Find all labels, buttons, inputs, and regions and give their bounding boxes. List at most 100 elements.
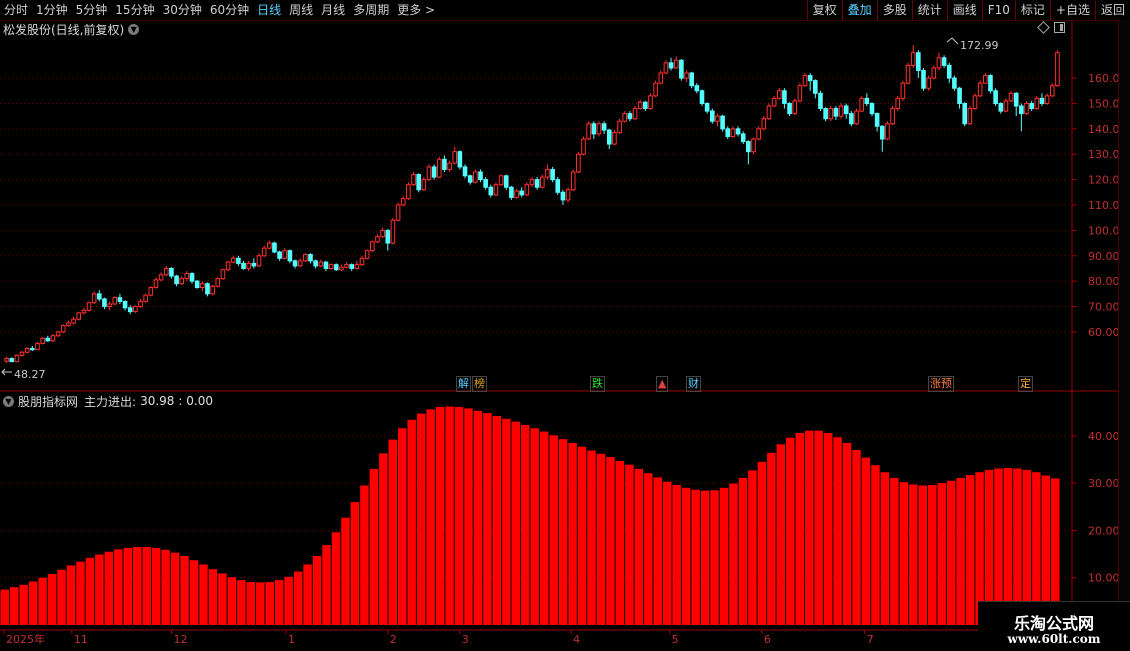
candle[interactable] [782, 88, 787, 109]
candle[interactable] [926, 75, 931, 91]
event-marker-5[interactable]: 涨预 [928, 376, 954, 392]
chevron-down-icon[interactable]: ▼ [3, 395, 14, 407]
candle[interactable] [756, 126, 761, 141]
period-tab-9[interactable]: 多周期 [349, 0, 393, 20]
candle[interactable] [643, 100, 648, 112]
candle[interactable] [30, 345, 35, 351]
period-tab-3[interactable]: 15分钟 [111, 0, 158, 20]
candle[interactable] [1034, 95, 1040, 110]
candle[interactable] [931, 65, 937, 80]
candle[interactable] [679, 59, 684, 81]
candle[interactable] [910, 45, 916, 68]
period-tab-4[interactable]: 30分钟 [159, 0, 206, 20]
candle[interactable] [591, 121, 597, 139]
candle[interactable] [122, 300, 128, 311]
candle[interactable] [349, 263, 355, 271]
candle[interactable] [570, 169, 576, 192]
candle[interactable] [359, 255, 365, 266]
tool-button-1[interactable]: 叠加 [841, 0, 877, 20]
candle[interactable] [813, 79, 818, 99]
candle[interactable] [215, 277, 221, 288]
candle[interactable] [663, 60, 669, 75]
candle[interactable] [498, 174, 504, 186]
candle[interactable] [19, 350, 25, 357]
candle[interactable] [689, 71, 694, 89]
period-tab-7[interactable]: 周线 [285, 0, 317, 20]
candle[interactable] [406, 182, 411, 200]
candle[interactable] [684, 70, 689, 82]
candle[interactable] [40, 337, 45, 345]
candle[interactable] [653, 80, 658, 98]
candle[interactable] [328, 263, 334, 270]
candle[interactable] [303, 253, 308, 263]
candle[interactable] [946, 62, 952, 84]
candle[interactable] [421, 177, 427, 192]
candle[interactable] [251, 258, 257, 269]
candle[interactable] [936, 52, 942, 71]
candle[interactable] [519, 187, 525, 198]
candle[interactable] [586, 121, 591, 141]
candle[interactable] [133, 305, 138, 313]
candle[interactable] [916, 50, 921, 79]
candle[interactable] [282, 248, 288, 260]
candle[interactable] [71, 316, 76, 325]
candle[interactable] [555, 177, 561, 195]
candle[interactable] [55, 330, 61, 337]
candle[interactable] [503, 174, 509, 190]
candle[interactable] [977, 80, 983, 98]
candle[interactable] [1019, 103, 1024, 132]
candle[interactable] [447, 160, 452, 172]
panel-toggle-icon[interactable] [1054, 22, 1065, 33]
candle[interactable] [210, 284, 215, 296]
candle[interactable] [457, 150, 463, 170]
candle[interactable] [1003, 98, 1009, 113]
candle[interactable] [539, 174, 545, 189]
candle[interactable] [35, 342, 40, 351]
candle[interactable] [308, 253, 313, 264]
candle[interactable] [509, 185, 514, 200]
candle[interactable] [163, 265, 169, 277]
candle[interactable] [869, 102, 875, 117]
candle[interactable] [241, 260, 246, 270]
candle[interactable] [622, 111, 628, 123]
event-marker-1[interactable]: 榜 [472, 376, 487, 392]
tool-button-0[interactable]: 复权 [806, 0, 842, 20]
candle[interactable] [478, 169, 483, 183]
candle[interactable] [236, 255, 241, 266]
candle[interactable] [792, 98, 798, 115]
candle[interactable] [864, 93, 870, 106]
candle[interactable] [14, 354, 20, 363]
event-marker-0[interactable]: 解 [456, 376, 471, 392]
candle[interactable] [962, 102, 968, 127]
tool-button-5[interactable]: F10 [981, 0, 1015, 20]
candle[interactable] [534, 177, 540, 190]
candle[interactable] [735, 126, 741, 137]
period-tab-8[interactable]: 月线 [317, 0, 349, 20]
candle[interactable] [668, 57, 674, 71]
candle[interactable] [514, 188, 519, 199]
candle[interactable] [107, 301, 112, 311]
candle[interactable] [761, 116, 767, 131]
candle[interactable] [1055, 50, 1060, 87]
candle[interactable] [776, 88, 782, 100]
period-tab-1[interactable]: 1分钟 [32, 0, 72, 20]
candle[interactable] [66, 320, 71, 327]
candle[interactable] [81, 307, 87, 315]
candle[interactable] [740, 131, 746, 145]
candle[interactable] [452, 146, 458, 165]
candle[interactable] [442, 155, 447, 173]
candle[interactable] [467, 174, 473, 185]
candle[interactable] [895, 95, 901, 112]
tool-button-7[interactable]: +自选 [1049, 0, 1095, 20]
candle[interactable] [333, 263, 339, 271]
candle[interactable] [550, 166, 555, 183]
candle[interactable] [879, 125, 885, 152]
candle[interactable] [431, 164, 437, 180]
candle[interactable] [885, 121, 890, 141]
candle[interactable] [287, 249, 293, 264]
indicator-bar-series[interactable] [0, 406, 1060, 625]
candle[interactable] [148, 286, 154, 297]
candle[interactable] [627, 111, 633, 122]
candle[interactable] [596, 121, 602, 137]
candle[interactable] [746, 140, 751, 165]
